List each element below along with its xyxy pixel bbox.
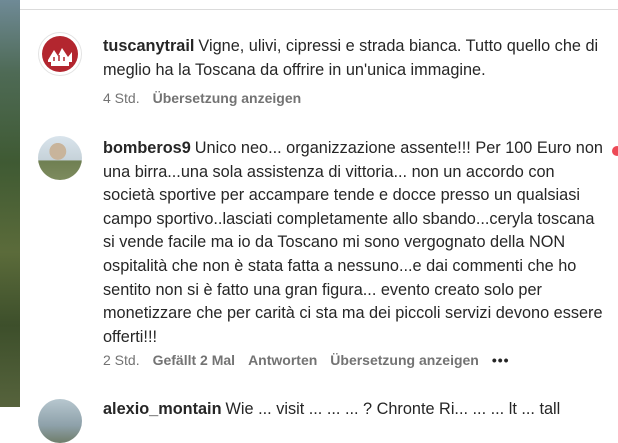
avatar[interactable] bbox=[38, 136, 82, 180]
comment-time[interactable]: 2 Std. bbox=[103, 352, 140, 368]
comment-item: bomberos9 Unico neo... organizzazione ass… bbox=[20, 120, 618, 380]
comment-item: tuscanytrail Vigne, ulivi, cipressi e str… bbox=[20, 0, 618, 120]
comment-username[interactable]: alexio_montain bbox=[103, 400, 222, 418]
comment-text: tuscanytrail Vigne, ulivi, cipressi e str… bbox=[103, 35, 608, 82]
comment-meta: 4 Std. Übersetzung anzeigen bbox=[103, 90, 314, 106]
tuscany-logo-icon bbox=[42, 36, 78, 72]
comment-text: bomberos9 Unico neo... organizzazione ass… bbox=[103, 137, 608, 349]
avatar[interactable] bbox=[38, 32, 82, 76]
comment-username[interactable]: bomberos9 bbox=[103, 139, 191, 157]
heart-icon[interactable] bbox=[612, 146, 618, 156]
more-options-icon[interactable]: ••• bbox=[492, 352, 510, 368]
translate-link[interactable]: Übersetzung anzeigen bbox=[330, 352, 479, 368]
likes-count[interactable]: Gefällt 2 Mal bbox=[153, 352, 235, 368]
comment-time[interactable]: 4 Std. bbox=[103, 90, 140, 106]
comment-body: Wie ... visit ... ... ... ? Chronte Ri..… bbox=[225, 400, 561, 418]
reply-link[interactable]: Antworten bbox=[248, 352, 317, 368]
avatar[interactable] bbox=[38, 399, 82, 443]
background-photo-strip bbox=[0, 0, 20, 407]
comment-text: alexio_montain Wie ... visit ... ... ... … bbox=[103, 398, 608, 422]
translate-link[interactable]: Übersetzung anzeigen bbox=[153, 90, 302, 106]
comment-username[interactable]: tuscanytrail bbox=[103, 37, 194, 55]
comment-item: alexio_montain Wie ... visit ... ... ... … bbox=[20, 380, 618, 443]
comment-body: Unico neo... organizzazione assente!!! P… bbox=[103, 139, 603, 346]
comment-meta: 2 Std. Gefällt 2 Mal Antworten Übersetzung … bbox=[103, 352, 523, 368]
